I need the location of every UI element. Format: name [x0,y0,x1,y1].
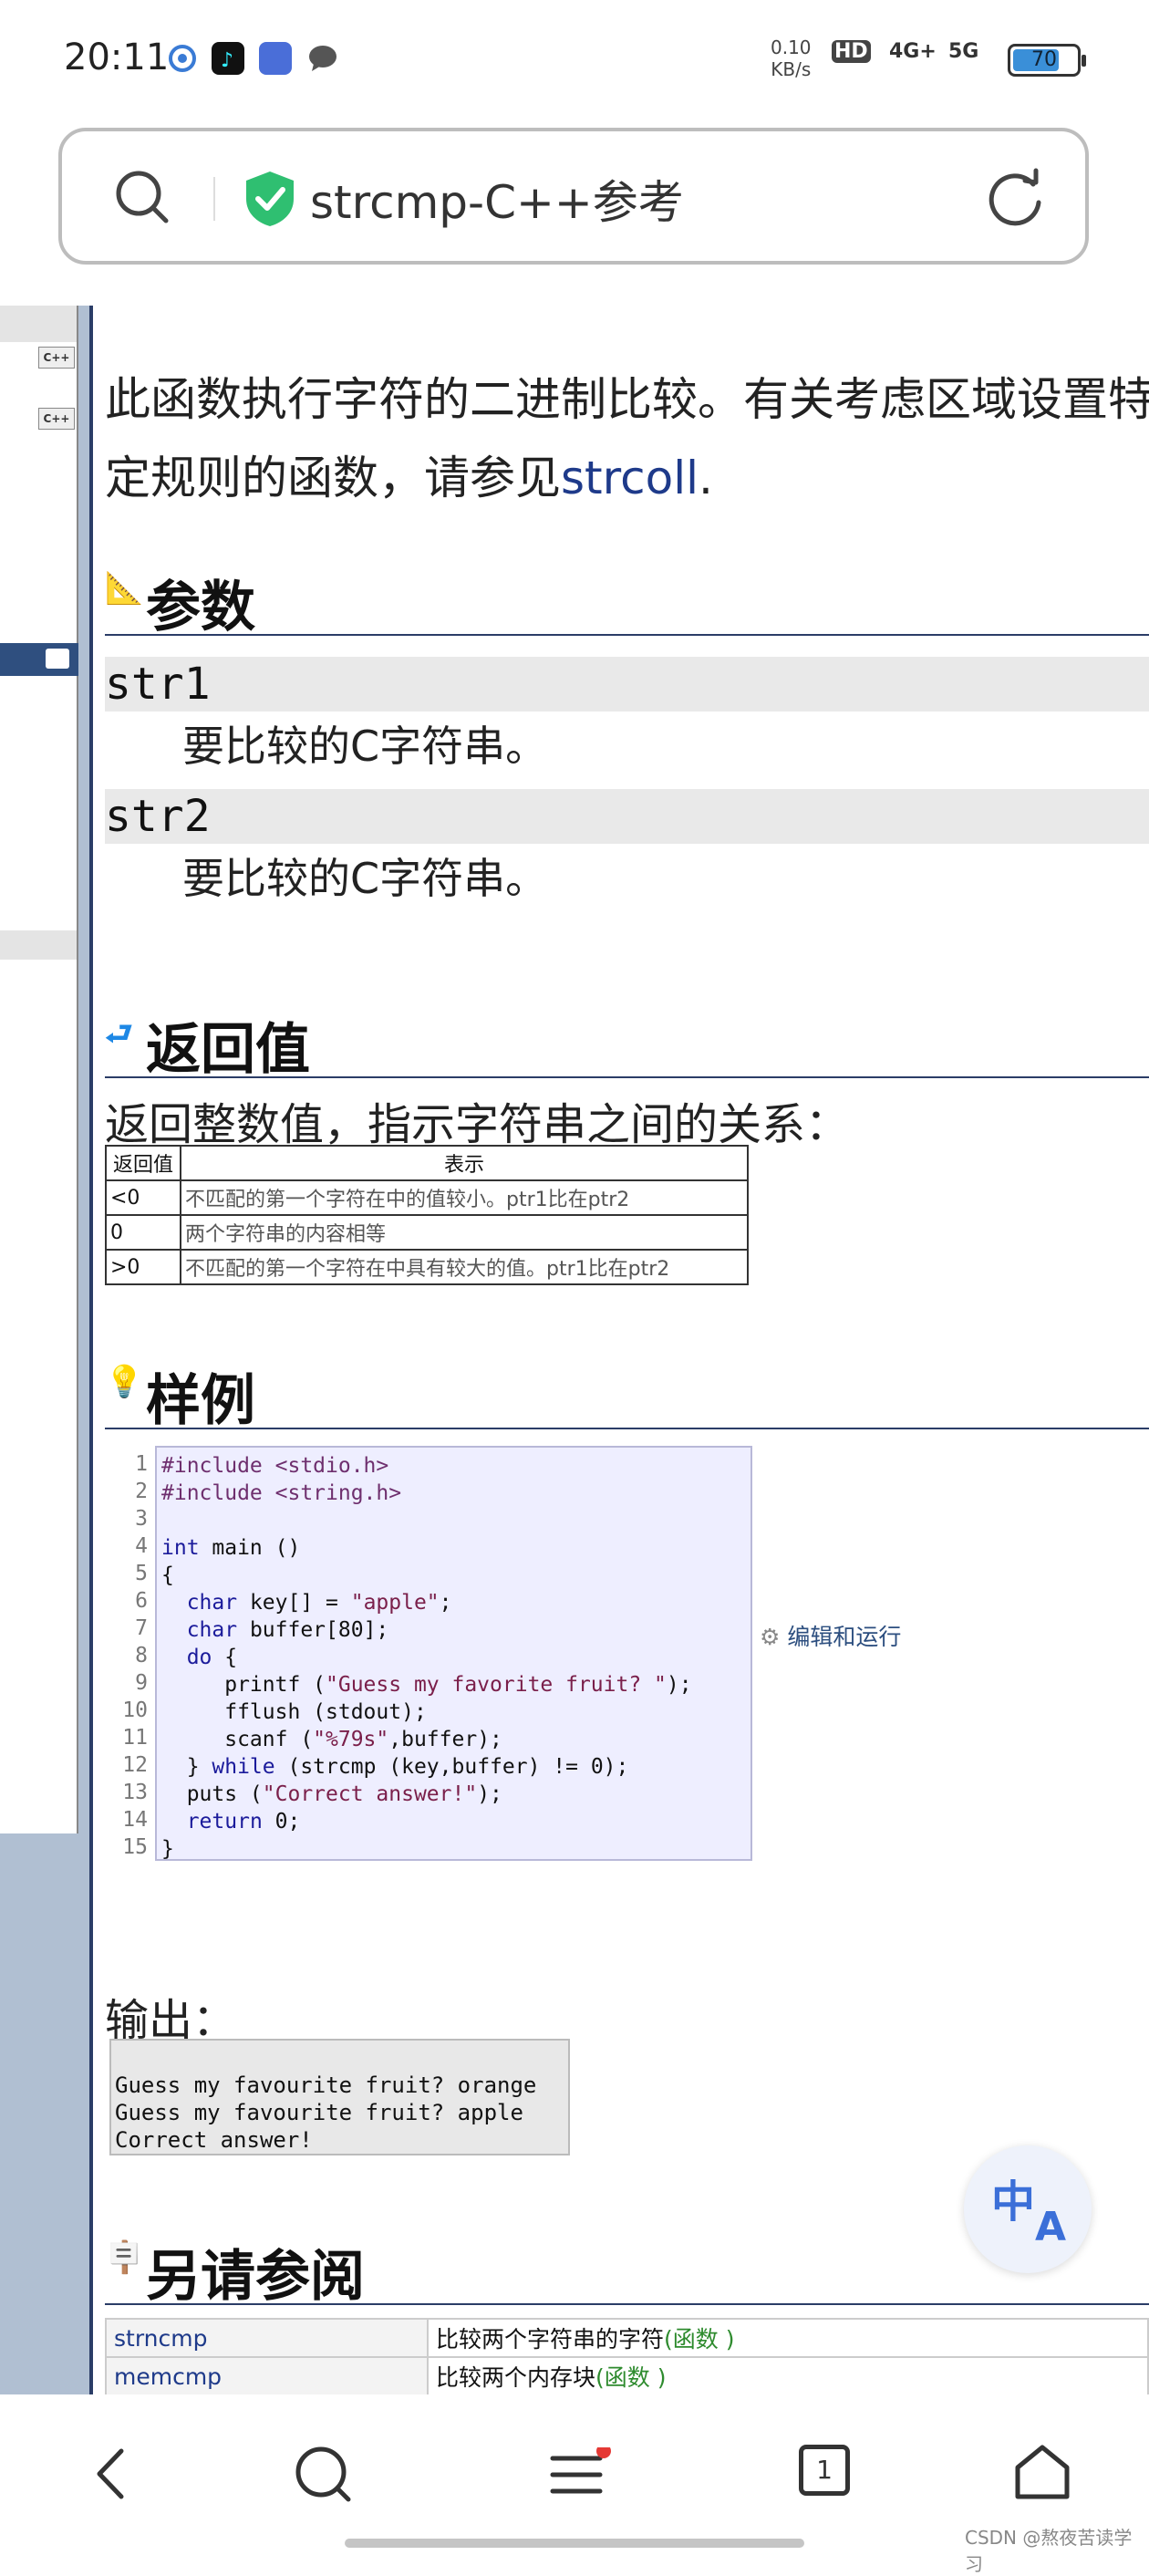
status-time: 20:11 [64,36,170,78]
reload-icon[interactable] [983,166,1047,234]
sidebar-panel: C++ C++ [0,306,78,1833]
see-also-fn-link[interactable]: memcmp [105,2356,429,2394]
ruler-icon: 📐 [105,570,144,607]
search-icon[interactable] [113,168,171,230]
table-row: <0 不匹配的第一个字符在中的值较小。ptr1比在ptr2 [105,1179,749,1216]
intro-text: 此函数执行字符的二进制比较。有关考虑区域设置特 定规则的函数，请参见strcol… [105,373,1149,504]
status-bar: 20:11 ♪ 0.10 KB/s HD 4G+ 5G 70 [0,0,1149,119]
param-desc: 要比较的C字符串。 [182,854,548,903]
table-row[interactable]: memcmp 比较两个内存块(函数 ) [105,2356,1149,2394]
content-divider [89,306,93,2394]
back-icon[interactable] [87,2442,132,2509]
watermark: CSDN @熬夜苦读学习 [965,2527,1133,2575]
secure-shield-icon [244,170,295,232]
net-speed: 0.10 KB/s [771,36,812,80]
param-desc: 要比较的C字符串。 [182,722,548,771]
code-line: #include <string.h> [161,1481,402,1505]
code-line: fflush (stdout); [161,1700,427,1724]
code-line: } while (strcmp (key,buffer) != 0); [161,1755,629,1779]
battery-icon: 70 [1008,44,1086,77]
book-icon [46,649,69,669]
sidebar-selected-row[interactable] [0,643,78,676]
strcoll-link[interactable]: strcoll [561,452,699,504]
return-description: 返回整数值，指示字符串之间的关系： [105,1099,850,1150]
param-name: str1 [105,657,1149,712]
svg-text:♪: ♪ [221,49,233,72]
hd-badge: HD [832,40,871,63]
article-content: 此函数执行字符的二进制比较。有关考虑区域设置特 定规则的函数，请参见strcol… [105,306,1149,2394]
lightbulb-icon: 💡 [105,1364,144,1400]
code-line: char buffer[80]; [186,1618,389,1642]
address-bar[interactable]: strcmp-C++参考 [58,128,1089,265]
code-line: return 0; [186,1810,301,1833]
code-line: } [161,1837,174,1861]
translate-icon-a: A [1035,2204,1067,2250]
tabs-button[interactable]: 1 [799,2445,850,2496]
table-row: >0 不匹配的第一个字符在中具有较大的值。ptr1比在ptr2 [105,1249,749,1285]
code-block[interactable]: 1 2 3 4 5 6 7 8 9 10 11 12 13 14 15 #inc… [105,1446,761,1861]
code-line: #include <stdio.h> [161,1454,389,1478]
return-header-meaning: 表示 [180,1145,749,1181]
code-line: printf ("Guess my favorite fruit? "); [161,1673,692,1697]
signal-5g-icon: 5G [948,40,979,63]
code-line: char key[] = "apple"; [186,1591,452,1615]
see-also-table: strncmp 比较两个字符串的字符(函数 ) memcmp 比较两个内存块(函… [105,2318,1149,2394]
message-icon [306,42,339,75]
section-params-heading: 📐 参数 [105,552,1149,639]
code-line: do { [186,1646,238,1669]
return-table: 返回值 表示 <0 不匹配的第一个字符在中的值较小。ptr1比在ptr2 0 两… [105,1145,749,1285]
cpp-icon: C++ [38,408,75,430]
home-indicator[interactable] [345,2539,804,2548]
line-numbers: 1 2 3 4 5 6 7 8 9 10 11 12 13 14 15 [105,1446,155,1861]
code-line: int main () [161,1536,301,1560]
table-row[interactable]: strncmp 比较两个字符串的字符(函数 ) [105,2318,1149,2358]
page-title[interactable]: strcmp-C++参考 [310,166,684,232]
gear-icon: ⚙ [760,1624,781,1650]
param-name: str2 [105,789,1149,844]
signpost-icon: 🪧 [105,2239,144,2276]
code-line: scanf ("%79s",buffer); [161,1728,502,1751]
return-arrow-icon: ⮐ [105,1016,133,1053]
section-example-heading: 💡 样例 [105,1345,1149,1433]
menu-icon[interactable] [547,2444,611,2506]
cpp-icon: C++ [38,347,75,369]
browser-app-icon [166,42,199,75]
translate-icon: 中 [991,2176,1036,2228]
section-return-heading: ⮐ 返回值 [105,994,1149,1082]
code-line: puts ("Correct answer!"); [161,1782,502,1806]
see-also-fn-link[interactable]: strncmp [105,2318,429,2358]
music-app-icon: ♪ [212,42,244,75]
game-app-icon [259,42,292,75]
table-row: 0 两个字符串的内容相等 [105,1214,749,1251]
code-line: { [161,1563,174,1587]
sidebar-row[interactable] [0,306,77,342]
bottom-navigation: 1 CSDN @熬夜苦读学习 [0,2394,1149,2575]
return-header-value: 返回值 [105,1145,181,1181]
search-icon[interactable] [294,2445,354,2508]
translate-button[interactable]: 中 A [964,2145,1092,2273]
divider [213,177,215,221]
output-box: Guess my favourite fruit? orange Guess m… [109,2039,570,2155]
signal-4g-icon: 4G+ [889,40,937,63]
sidebar-row[interactable] [0,930,77,960]
code-area[interactable]: #include <stdio.h> #include <string.h> i… [155,1446,752,1861]
edit-and-run-link[interactable]: ⚙ 编辑和运行 [760,1619,901,1652]
home-icon[interactable] [1012,2442,1072,2506]
